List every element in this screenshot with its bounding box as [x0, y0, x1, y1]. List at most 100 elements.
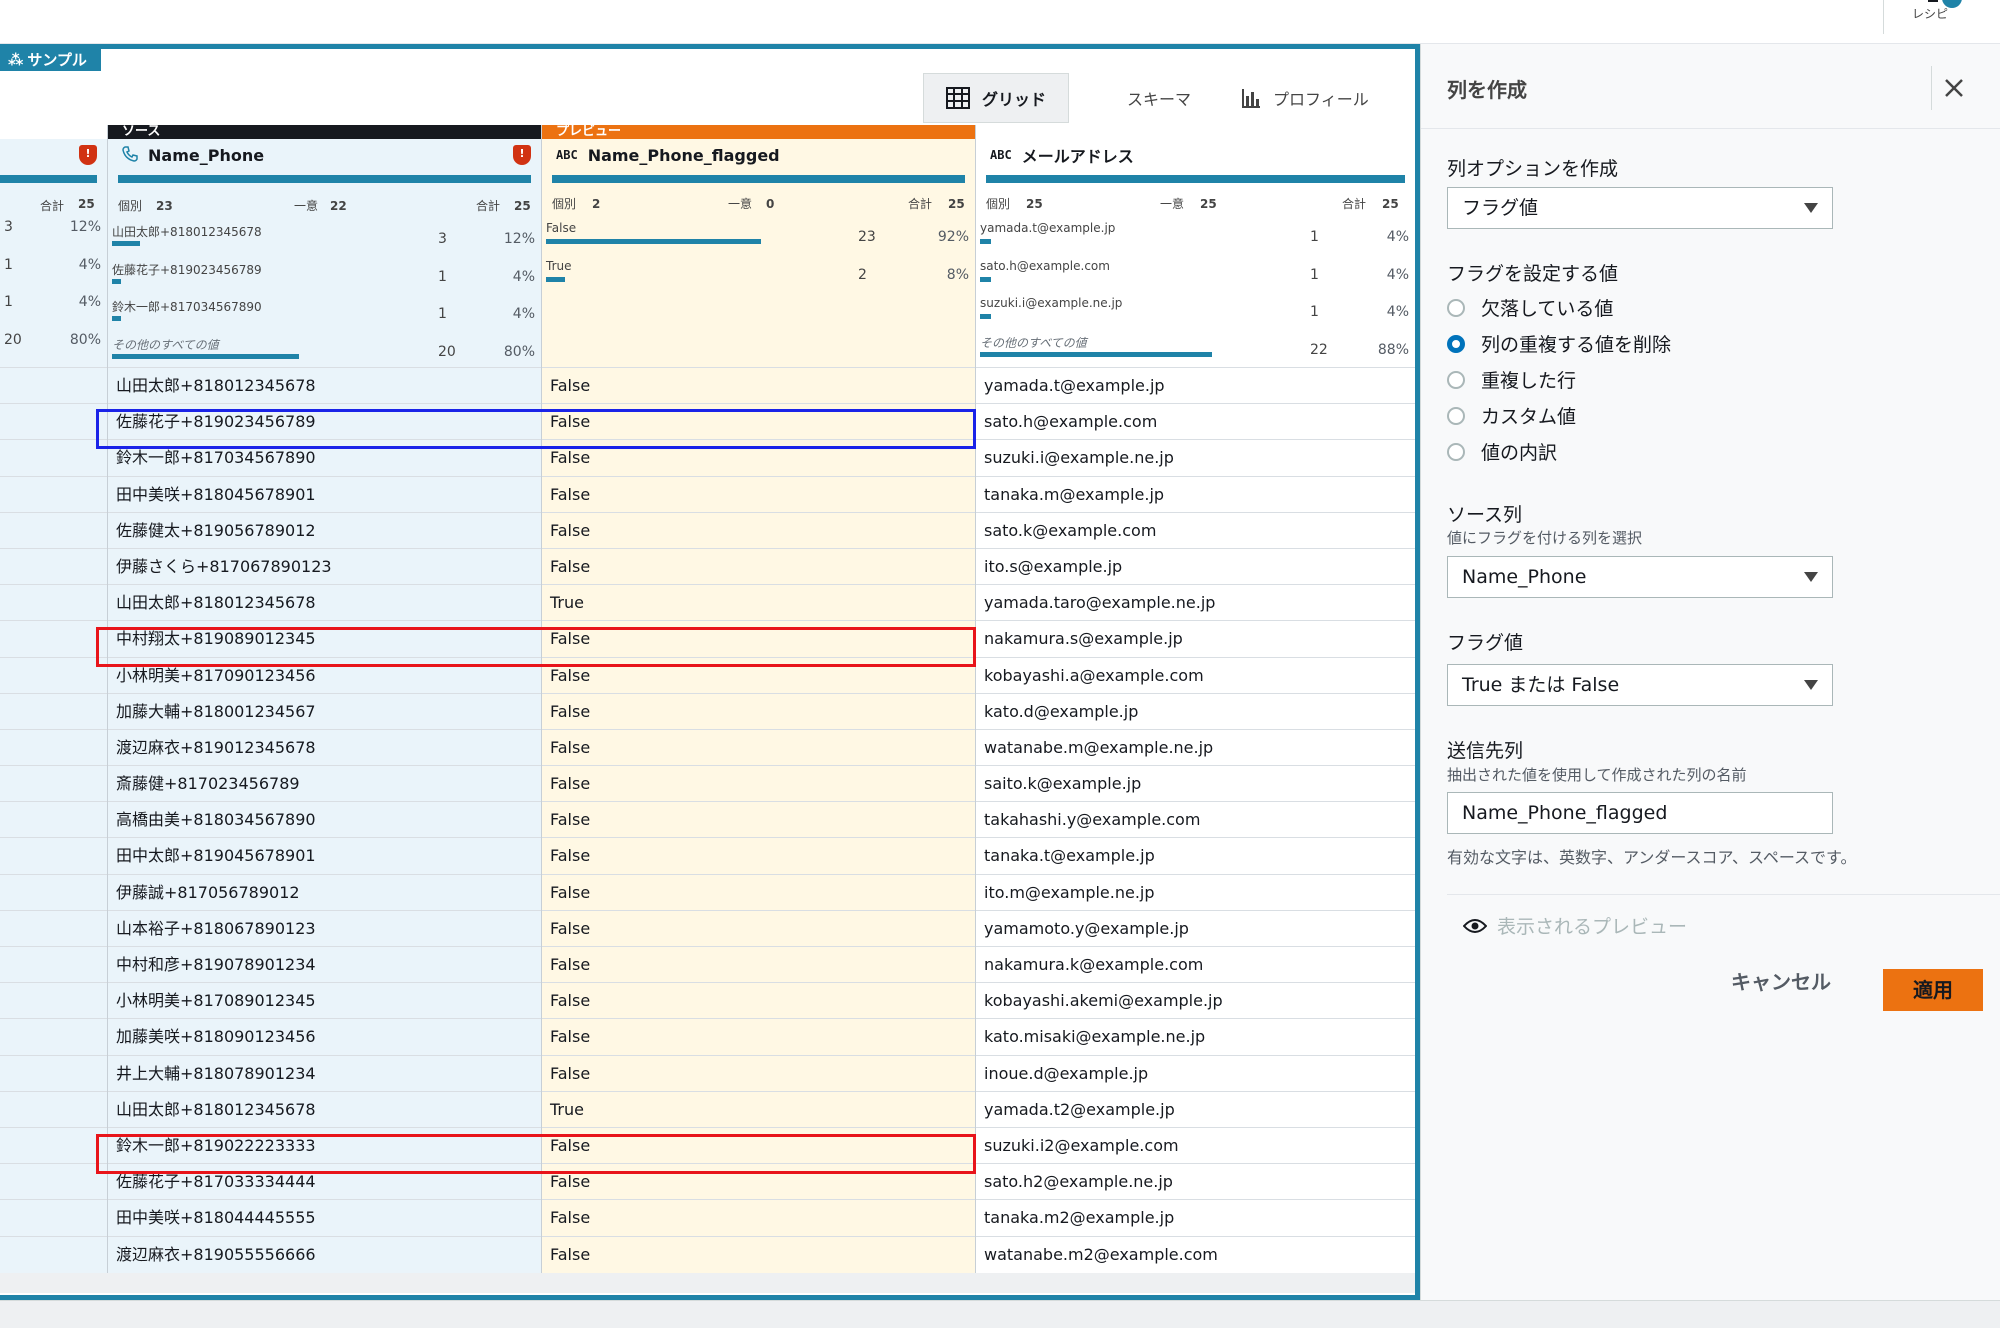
table-cell[interactable]: False [542, 1126, 975, 1163]
table-cell[interactable]: 斎藤健+817023456789 [108, 765, 541, 801]
table-cell[interactable]: False [542, 547, 975, 584]
table-cell[interactable]: False [542, 403, 975, 439]
table-cell[interactable]: False [542, 620, 975, 656]
column-header-email[interactable]: ABC メールアドレス [976, 139, 1415, 171]
tab-grid[interactable]: グリッド [923, 73, 1070, 123]
tab-schema[interactable]: スキーマ [1069, 73, 1213, 123]
flag-option-radio[interactable]: 値の内訳 [1447, 438, 1557, 465]
destination-column-input[interactable]: Name_Phone_flagged [1447, 792, 1833, 834]
table-cell[interactable]: 鈴木一郎+817034567890 [108, 439, 541, 475]
table-cell[interactable] [0, 1090, 107, 1127]
table-cell[interactable]: 田中太郎+819045678901 [108, 837, 541, 873]
table-cell[interactable] [0, 728, 107, 765]
flag-option-radio[interactable]: 欠落している値 [1447, 294, 1613, 321]
flag-value-select[interactable]: True または False [1447, 664, 1833, 706]
table-cell[interactable]: watanabe.m@example.ne.jp [976, 728, 1415, 765]
table-cell[interactable]: kato.misaki@example.ne.jp [976, 1018, 1415, 1054]
table-cell[interactable]: False [542, 1235, 975, 1272]
table-cell[interactable]: sato.h@example.com [976, 403, 1415, 439]
table-cell[interactable]: False [542, 728, 975, 765]
table-cell[interactable]: False [542, 1163, 975, 1199]
table-cell[interactable]: sato.k@example.com [976, 511, 1415, 548]
table-cell[interactable]: watanabe.m2@example.com [976, 1235, 1415, 1272]
table-cell[interactable]: 鈴木一郎+819022223333 [108, 1126, 541, 1163]
table-cell[interactable] [0, 403, 107, 439]
table-cell[interactable]: True [542, 1090, 975, 1127]
table-cell[interactable]: tanaka.t@example.jp [976, 837, 1415, 873]
horizontal-scrollbar[interactable] [0, 1273, 1415, 1293]
table-cell[interactable]: tanaka.m2@example.jp [976, 1199, 1415, 1235]
table-cell[interactable]: False [542, 656, 975, 693]
table-cell[interactable]: False [542, 692, 975, 729]
table-cell[interactable] [0, 439, 107, 475]
table-cell[interactable]: kato.d@example.jp [976, 692, 1415, 729]
table-cell[interactable]: False [542, 439, 975, 475]
table-cell[interactable]: 伊藤誠+817056789012 [108, 873, 541, 910]
table-cell[interactable]: False [542, 1018, 975, 1054]
table-cell[interactable]: False [542, 946, 975, 982]
table-cell[interactable]: False [542, 367, 975, 403]
table-cell[interactable]: 渡辺麻衣+819012345678 [108, 728, 541, 765]
table-cell[interactable]: suzuki.i2@example.com [976, 1126, 1415, 1163]
recipe-button[interactable]: レシピ [1883, 0, 1983, 34]
table-cell[interactable]: kobayashi.akemi@example.jp [976, 982, 1415, 1018]
table-cell[interactable] [0, 946, 107, 982]
table-cell[interactable] [0, 1126, 107, 1163]
table-cell[interactable]: 伊藤さくら+817067890123 [108, 547, 541, 584]
tab-profile[interactable]: プロフィール [1213, 73, 1391, 123]
table-cell[interactable]: 佐藤健太+819056789012 [108, 511, 541, 548]
table-cell[interactable] [0, 909, 107, 946]
table-cell[interactable] [0, 1054, 107, 1091]
table-cell[interactable] [0, 692, 107, 729]
cancel-button[interactable]: キャンセル [1731, 966, 1831, 995]
table-cell[interactable]: 山田太郎+818012345678 [108, 1090, 541, 1127]
table-cell[interactable] [0, 367, 107, 403]
table-cell[interactable]: saito.k@example.jp [976, 765, 1415, 801]
table-cell[interactable]: sato.h2@example.ne.jp [976, 1163, 1415, 1199]
table-cell[interactable]: 中村和彦+819078901234 [108, 946, 541, 982]
table-cell[interactable]: suzuki.i@example.ne.jp [976, 439, 1415, 475]
table-cell[interactable] [0, 873, 107, 910]
table-cell[interactable] [0, 1199, 107, 1235]
table-cell[interactable]: False [542, 837, 975, 873]
table-cell[interactable]: False [542, 801, 975, 837]
table-cell[interactable] [0, 547, 107, 584]
table-cell[interactable]: 小林明美+817090123456 [108, 656, 541, 693]
table-cell[interactable]: False [542, 982, 975, 1018]
table-cell[interactable]: 井上大輔+818078901234 [108, 1054, 541, 1091]
table-cell[interactable]: False [542, 909, 975, 946]
table-cell[interactable] [0, 801, 107, 837]
table-cell[interactable] [0, 511, 107, 548]
column-header-name-phone-flagged[interactable]: ABC Name_Phone_flagged [542, 139, 975, 171]
table-cell[interactable]: 高橋由美+818034567890 [108, 801, 541, 837]
table-cell[interactable]: nakamura.k@example.com [976, 946, 1415, 982]
table-cell[interactable] [0, 620, 107, 656]
table-cell[interactable]: 田中美咲+818045678901 [108, 475, 541, 512]
apply-button[interactable]: 適用 [1883, 969, 1983, 1011]
table-cell[interactable] [0, 1235, 107, 1272]
table-cell[interactable]: False [542, 873, 975, 910]
show-preview-button[interactable]: 表示されるプレビュー [1463, 912, 1687, 939]
table-cell[interactable]: tanaka.m@example.jp [976, 475, 1415, 512]
table-cell[interactable]: 加藤大輔+818001234567 [108, 692, 541, 729]
table-cell[interactable]: yamada.taro@example.ne.jp [976, 584, 1415, 620]
table-cell[interactable]: False [542, 475, 975, 512]
table-cell[interactable]: yamamoto.y@example.jp [976, 909, 1415, 946]
table-cell[interactable]: ito.m@example.ne.jp [976, 873, 1415, 910]
table-cell[interactable]: inoue.d@example.jp [976, 1054, 1415, 1091]
flag-option-radio[interactable]: 列の重複する値を削除 [1447, 330, 1671, 357]
table-cell[interactable]: 山田太郎+818012345678 [108, 367, 541, 403]
table-cell[interactable]: 佐藤花子+817033334444 [108, 1163, 541, 1199]
table-cell[interactable]: takahashi.y@example.com [976, 801, 1415, 837]
table-cell[interactable]: 山田太郎+818012345678 [108, 584, 541, 620]
table-cell[interactable]: 加藤美咲+818090123456 [108, 1018, 541, 1054]
table-cell[interactable] [0, 656, 107, 693]
table-cell[interactable] [0, 765, 107, 801]
table-cell[interactable]: 小林明美+817089012345 [108, 982, 541, 1018]
table-cell[interactable] [0, 837, 107, 873]
flag-option-radio[interactable]: カスタム値 [1447, 402, 1576, 429]
table-cell[interactable]: 渡辺麻衣+819055556666 [108, 1235, 541, 1272]
create-option-select[interactable]: フラグ値 [1447, 187, 1833, 229]
close-button[interactable] [1931, 66, 1975, 110]
table-cell[interactable]: ito.s@example.jp [976, 547, 1415, 584]
